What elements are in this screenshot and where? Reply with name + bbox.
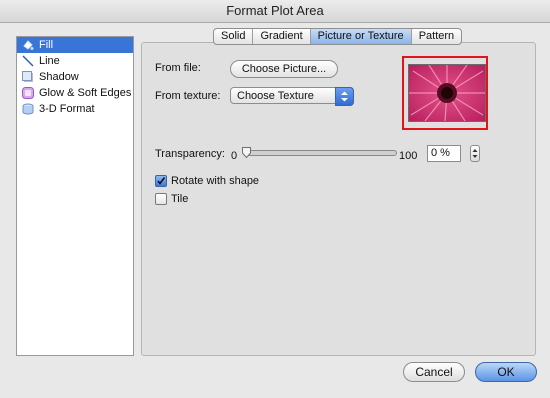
sidebar-item-fill[interactable]: Fill	[17, 37, 133, 53]
fill-bucket-icon	[22, 39, 34, 51]
window-title: Format Plot Area	[0, 0, 550, 23]
transparency-slider[interactable]	[243, 150, 397, 156]
cancel-button[interactable]: Cancel	[403, 362, 465, 382]
tab-pattern[interactable]: Pattern	[412, 29, 461, 44]
texture-preview-image	[408, 64, 486, 122]
category-sidebar: Fill Line Shadow Glow & Soft Edges 3-D F…	[16, 36, 134, 356]
ok-button[interactable]: OK	[475, 362, 537, 382]
shadow-icon	[22, 71, 34, 83]
rotate-with-shape-label: Rotate with shape	[171, 175, 260, 187]
rotate-with-shape-checkbox[interactable]	[155, 175, 167, 187]
sidebar-item-label: Shadow	[39, 71, 79, 83]
sidebar-item-label: Line	[39, 55, 60, 67]
choose-picture-button[interactable]: Choose Picture...	[230, 60, 338, 78]
sidebar-item-label: Fill	[39, 39, 54, 51]
texture-select-value: Choose Texture	[237, 90, 314, 102]
from-file-label: From file:	[155, 62, 201, 74]
flower-picture-icon	[409, 64, 485, 122]
transparency-label: Transparency:	[155, 148, 225, 160]
tile-label: Tile	[171, 193, 189, 205]
stepper-arrows-icon	[472, 149, 478, 158]
texture-select[interactable]: Choose Texture	[230, 87, 354, 106]
sidebar-item-shadow[interactable]: Shadow	[17, 69, 133, 85]
fill-type-tabs: Solid Gradient Picture or Texture Patter…	[213, 28, 463, 45]
preview-highlight	[402, 56, 488, 130]
checkmark-icon	[157, 177, 166, 185]
tab-gradient[interactable]: Gradient	[253, 29, 311, 44]
sidebar-item-line[interactable]: Line	[17, 53, 133, 69]
from-texture-label: From texture:	[155, 90, 221, 102]
format-plot-area-dialog: Format Plot Area Fill Line Shadow Glow &…	[0, 0, 550, 398]
transparency-min-label: 0	[231, 150, 238, 162]
transparency-max-label: 100	[399, 150, 418, 162]
3d-format-icon	[22, 103, 34, 115]
sidebar-item-label: Glow & Soft Edges	[39, 87, 132, 99]
tab-solid[interactable]: Solid	[214, 29, 254, 44]
slider-thumb-icon[interactable]	[242, 147, 251, 159]
sidebar-item-label: 3-D Format	[39, 103, 95, 115]
line-icon	[22, 55, 34, 67]
tile-checkbox[interactable]	[155, 193, 167, 205]
tab-picture-or-texture[interactable]: Picture or Texture	[310, 29, 412, 44]
glow-icon	[22, 87, 34, 99]
transparency-stepper[interactable]	[470, 145, 480, 162]
transparency-value-field[interactable]: 0 %	[427, 145, 461, 162]
sidebar-item-3d-format[interactable]: 3-D Format	[17, 101, 133, 117]
select-arrows-icon	[335, 87, 354, 106]
sidebar-item-glow[interactable]: Glow & Soft Edges	[17, 85, 133, 101]
